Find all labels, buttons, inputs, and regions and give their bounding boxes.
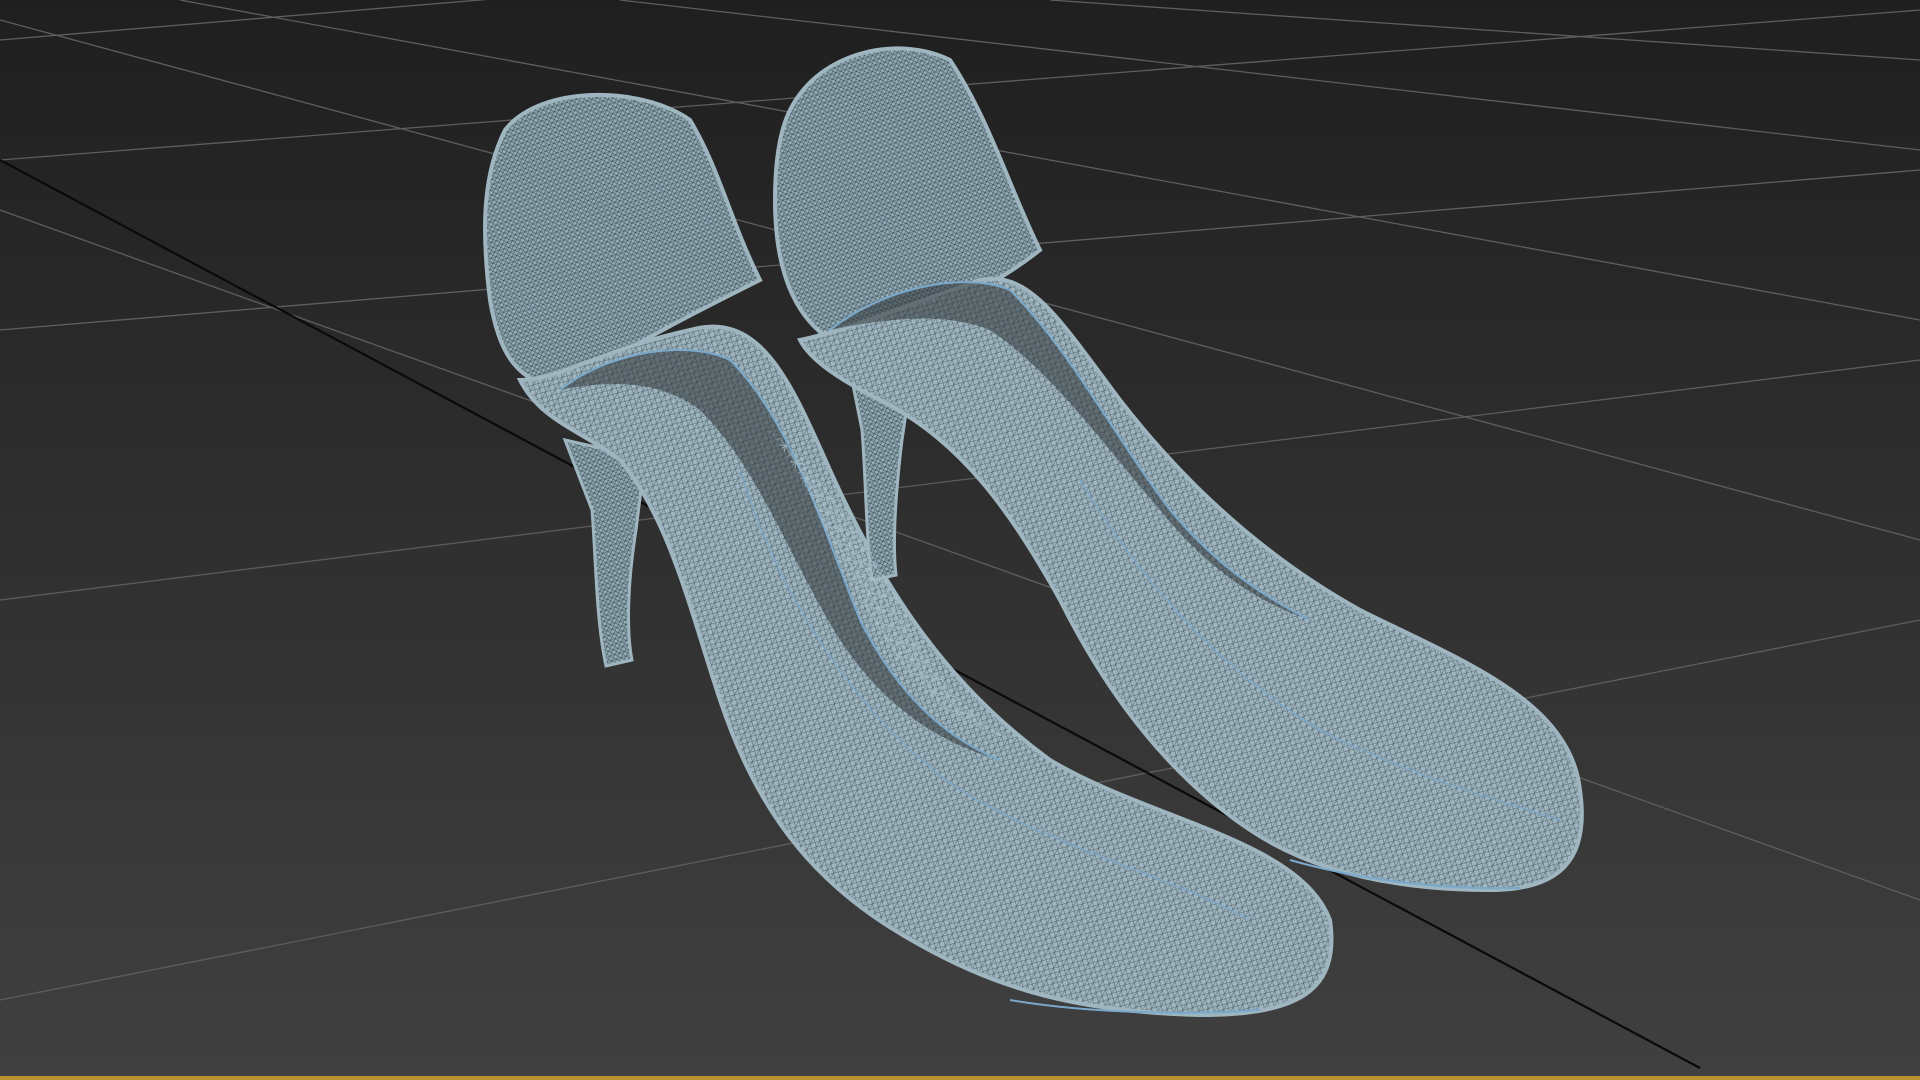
viewport-canvas[interactable]	[0, 0, 1920, 1080]
active-viewport-border	[0, 1076, 1920, 1080]
perspective-viewport[interactable]	[0, 0, 1920, 1080]
